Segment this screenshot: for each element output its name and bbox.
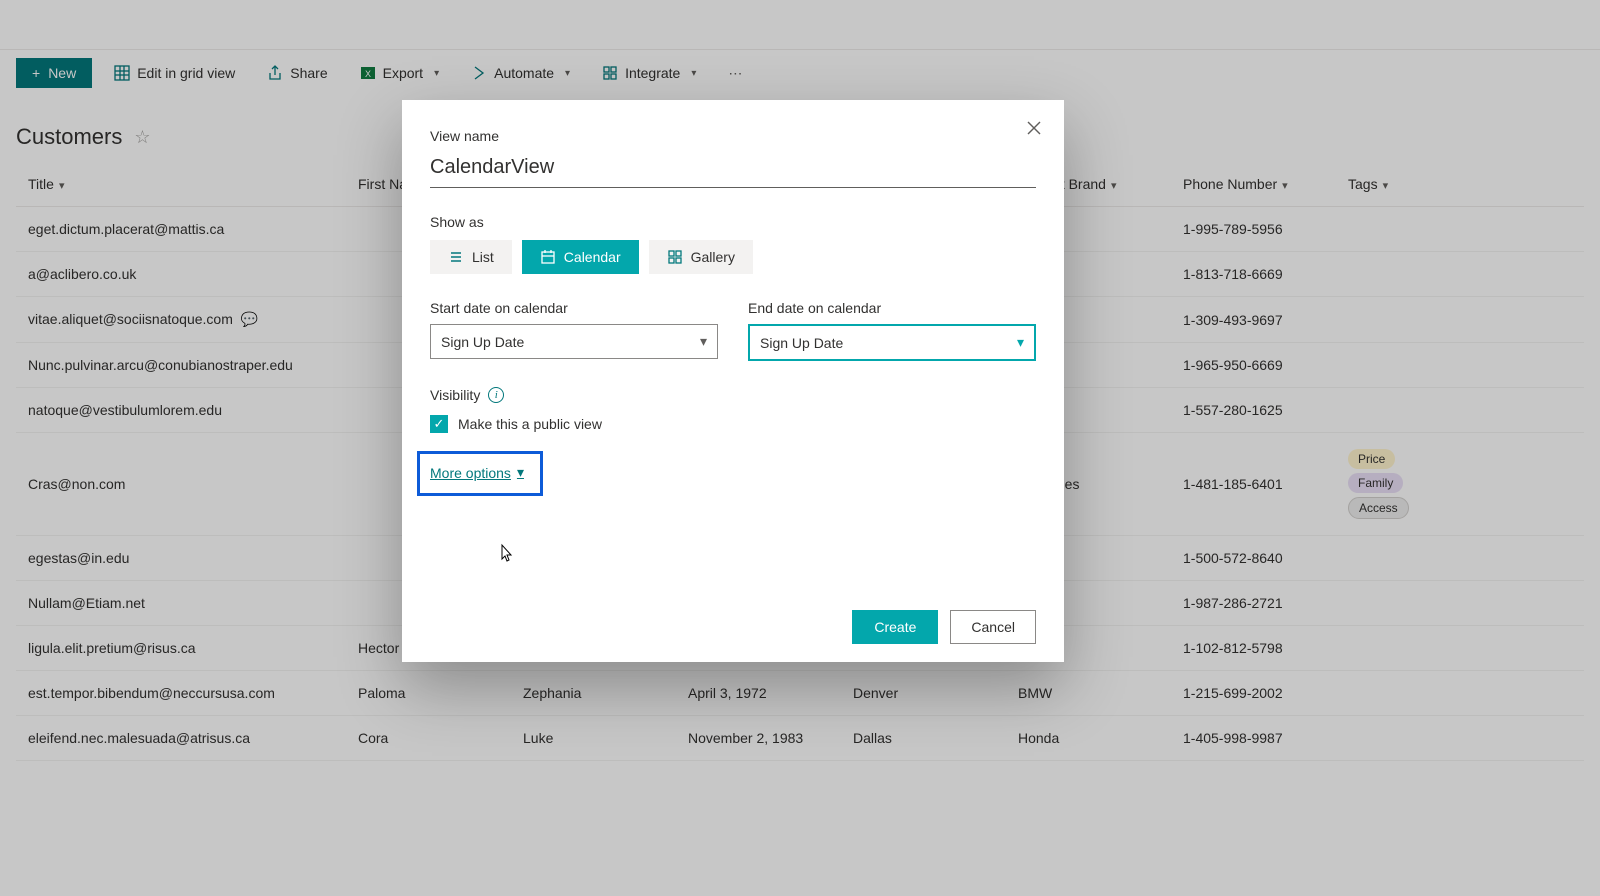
list-icon: [448, 249, 464, 265]
highlight-frame: More options ▾: [417, 451, 543, 496]
cancel-button-label: Cancel: [971, 619, 1015, 635]
chevron-down-icon: ▾: [700, 333, 707, 350]
show-as-calendar-label: Calendar: [564, 249, 621, 265]
end-date-value: Sign Up Date: [760, 335, 843, 351]
create-button-label: Create: [874, 619, 916, 635]
start-date-value: Sign Up Date: [441, 334, 524, 350]
view-name-input[interactable]: [430, 150, 1036, 188]
public-view-checkbox[interactable]: ✓: [430, 415, 448, 433]
create-view-dialog: View name Show as List Calendar Gallery …: [402, 100, 1064, 662]
gallery-icon: [667, 249, 683, 265]
checkmark-icon: ✓: [434, 416, 445, 432]
calendar-icon: [540, 249, 556, 265]
end-date-dropdown[interactable]: Sign Up Date ▾: [748, 324, 1036, 361]
more-options-label: More options: [430, 465, 511, 481]
show-as-gallery-button[interactable]: Gallery: [649, 240, 753, 274]
visibility-label: Visibility: [430, 387, 480, 403]
start-date-label: Start date on calendar: [430, 300, 718, 316]
close-button[interactable]: [1018, 112, 1050, 144]
public-view-label: Make this a public view: [458, 416, 602, 432]
show-as-list-label: List: [472, 249, 494, 265]
chevron-down-icon: ▾: [1017, 334, 1024, 351]
chevron-down-icon: ▾: [517, 464, 524, 481]
show-as-gallery-label: Gallery: [691, 249, 735, 265]
show-as-calendar-button[interactable]: Calendar: [522, 240, 639, 274]
show-as-list-button[interactable]: List: [430, 240, 512, 274]
close-icon: [1027, 121, 1041, 135]
info-icon[interactable]: i: [488, 387, 504, 403]
view-name-label: View name: [430, 128, 1036, 144]
end-date-label: End date on calendar: [748, 300, 1036, 316]
start-date-dropdown[interactable]: Sign Up Date ▾: [430, 324, 718, 359]
create-button[interactable]: Create: [852, 610, 938, 644]
more-options-link[interactable]: More options ▾: [430, 464, 524, 481]
cancel-button[interactable]: Cancel: [950, 610, 1036, 644]
show-as-label: Show as: [430, 214, 1036, 230]
